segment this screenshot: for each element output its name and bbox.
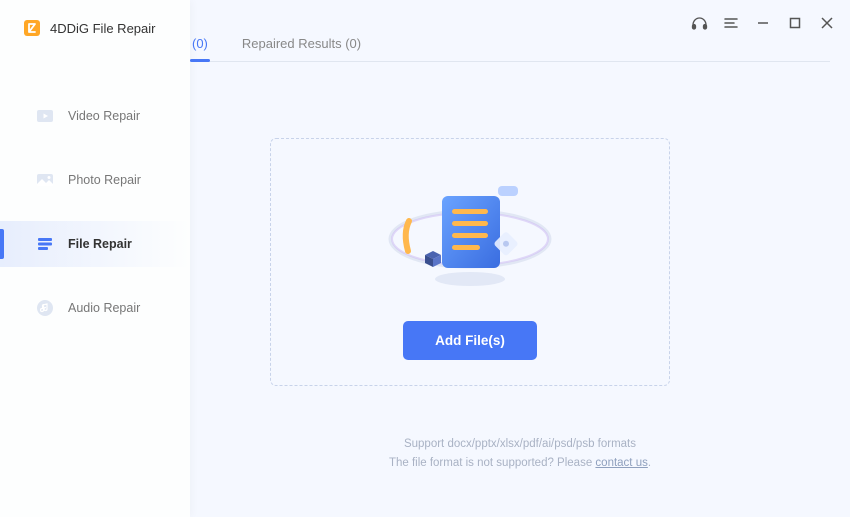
app-title: 4DDiG File Repair	[50, 21, 155, 36]
contact-line: The file format is not supported? Please…	[190, 454, 850, 472]
sidebar-nav: Video Repair Photo Repair File Repai	[0, 93, 190, 331]
sidebar-item-label: File Repair	[68, 237, 132, 251]
file-icon	[36, 235, 54, 253]
main-content: (0) Repaired Results (0)	[190, 0, 850, 517]
tab-repaired-results[interactable]: Repaired Results (0)	[240, 36, 363, 61]
tab-count: (0)	[192, 36, 208, 51]
footer-info: Support docx/pptx/xlsx/pdf/ai/psd/psb fo…	[190, 435, 850, 472]
contact-period: .	[648, 457, 651, 469]
app-logo-area: 4DDiG File Repair	[0, 0, 190, 38]
sidebar-item-label: Photo Repair	[68, 173, 141, 187]
tab-label: Repaired Results (0)	[242, 36, 361, 51]
supported-formats-text: Support docx/pptx/xlsx/pdf/ai/psd/psb fo…	[190, 435, 850, 453]
tabs: (0) Repaired Results (0)	[190, 36, 830, 62]
contact-prefix: The file format is not supported? Please	[389, 457, 595, 469]
sidebar-item-audio-repair[interactable]: Audio Repair	[0, 285, 190, 331]
video-icon	[36, 107, 54, 125]
sidebar-item-video-repair[interactable]: Video Repair	[0, 93, 190, 139]
tab-unrepaired[interactable]: (0)	[190, 36, 210, 61]
sidebar-item-photo-repair[interactable]: Photo Repair	[0, 157, 190, 203]
add-files-label: Add File(s)	[435, 333, 505, 348]
audio-icon	[36, 299, 54, 317]
sidebar: 4DDiG File Repair Video Repair Photo Rep…	[0, 0, 190, 517]
file-illustration	[370, 161, 570, 311]
photo-icon	[36, 171, 54, 189]
add-files-button[interactable]: Add File(s)	[403, 321, 537, 360]
sidebar-item-label: Audio Repair	[68, 301, 140, 315]
app-logo-icon	[22, 18, 42, 38]
sidebar-item-label: Video Repair	[68, 109, 140, 123]
file-dropzone[interactable]: Add File(s)	[270, 138, 670, 386]
contact-us-link[interactable]: contact us	[595, 457, 647, 469]
sidebar-item-file-repair[interactable]: File Repair	[0, 221, 190, 267]
